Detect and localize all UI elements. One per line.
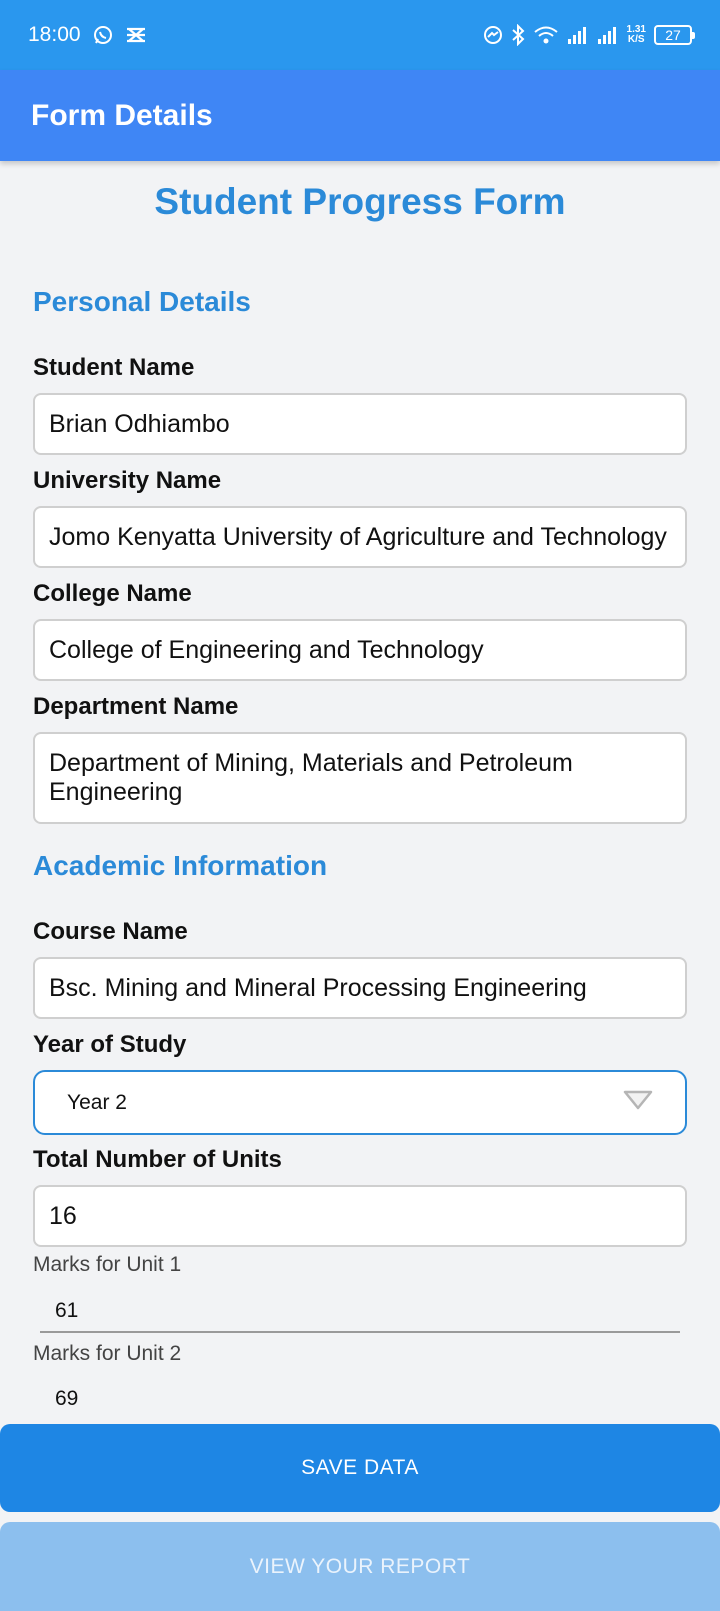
department-name-input[interactable]: Department of Mining, Materials and Petr… [33,732,687,824]
unit2-marks-input[interactable]: 69 [55,1387,78,1411]
section-academic-information: Academic Information [33,850,328,881]
signal-icon [567,25,589,45]
battery-icon: 27 [654,25,695,45]
view-report-button[interactable]: VIEW YOUR REPORT [0,1522,720,1611]
unit2-marks-label: Marks for Unit 2 [33,1342,182,1365]
total-units-label: Total Number of Units [33,1146,282,1173]
total-units-input[interactable]: 16 [33,1185,687,1247]
student-name-input[interactable]: Brian Odhiambo [33,393,687,455]
year-of-study-select[interactable]: Year 2 [33,1070,687,1135]
status-left: 18:00 [28,23,147,47]
college-name-label: College Name [33,580,192,607]
network-speed: 1.31 K/S [627,25,646,45]
wifi-icon [533,25,559,45]
unit1-marks-label: Marks for Unit 1 [33,1253,182,1276]
app-bar-title: Form Details [31,98,213,132]
app-bar: Form Details [0,70,720,161]
form-title: Student Progress Form [154,181,566,222]
messenger-icon [483,25,503,45]
whatsapp-icon [93,25,113,45]
status-time: 18:00 [28,23,81,46]
year-of-study-value: Year 2 [67,1090,127,1114]
department-name-label: Department Name [33,693,239,720]
college-name-input[interactable]: College of Engineering and Technology [33,619,687,681]
status-right: 1.31 K/S 27 [483,24,695,46]
status-bar: 18:00 1.31 K/S 27 [0,0,720,70]
course-name-label: Course Name [33,918,188,945]
unit1-marks-input[interactable]: 61 [40,1291,680,1333]
university-name-input[interactable]: Jomo Kenyatta University of Agriculture … [33,506,687,568]
app-notification-icon [125,26,147,44]
battery-level: 27 [665,27,681,43]
year-of-study-label: Year of Study [33,1031,187,1058]
save-data-button[interactable]: SAVE DATA [0,1424,720,1512]
chevron-down-icon [623,1089,653,1117]
section-personal-details: Personal Details [33,286,251,317]
signal-icon-2 [597,25,619,45]
network-speed-unit: K/S [627,34,645,45]
course-name-input[interactable]: Bsc. Mining and Mineral Processing Engin… [33,957,687,1019]
bluetooth-icon [511,24,525,46]
student-name-label: Student Name [33,354,195,381]
university-name-label: University Name [33,467,222,494]
